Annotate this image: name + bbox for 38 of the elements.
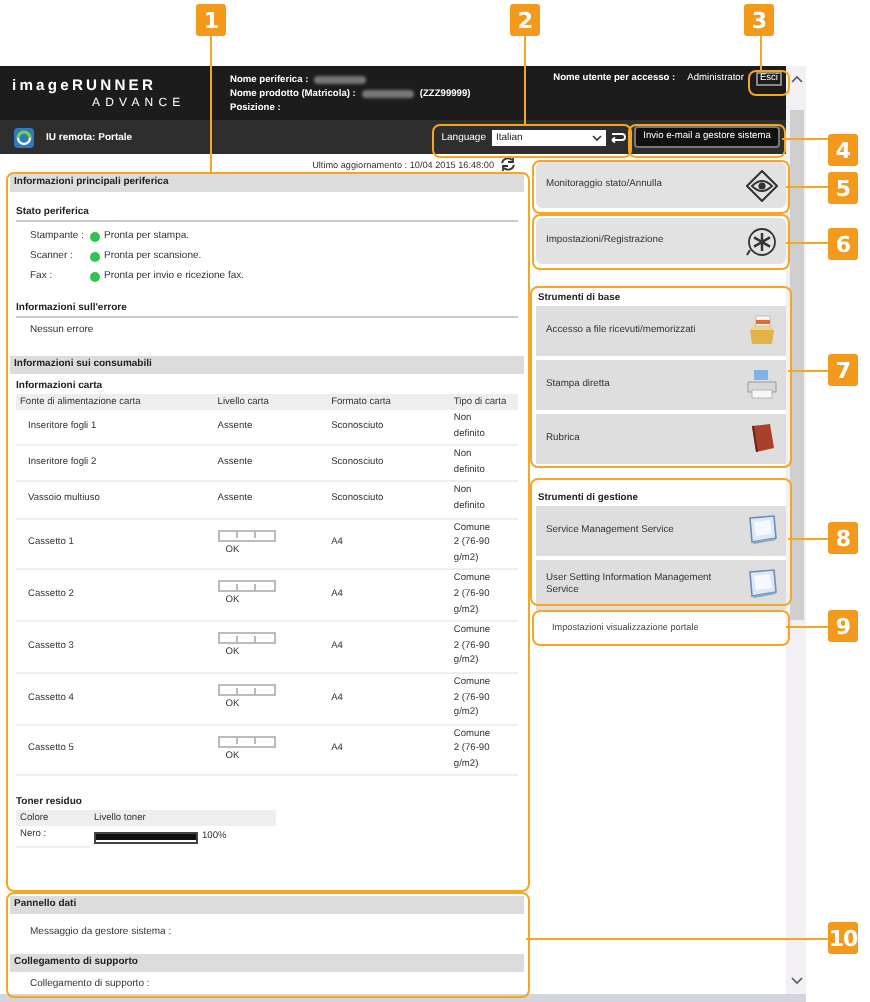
refresh-icon bbox=[500, 156, 516, 172]
settings-icon bbox=[746, 225, 778, 257]
leader-line bbox=[788, 538, 828, 541]
callout-badge: 5 bbox=[828, 172, 858, 204]
book-icon bbox=[746, 422, 780, 456]
paper-level-gauge bbox=[217, 735, 276, 748]
scroll-down-icon bbox=[789, 974, 803, 986]
callout-badge: 9 bbox=[828, 610, 858, 642]
leader-line bbox=[760, 36, 763, 70]
callout-badge: 7 bbox=[828, 354, 858, 386]
callout-badge: 2 bbox=[510, 4, 540, 36]
paper-level-gauge bbox=[217, 580, 276, 593]
paper-level-gauge bbox=[217, 684, 276, 696]
printer-icon bbox=[746, 368, 780, 402]
eye-icon bbox=[746, 169, 778, 201]
callout-outline bbox=[748, 70, 790, 96]
portal-logo-icon bbox=[12, 125, 36, 149]
file-box-icon bbox=[746, 314, 780, 348]
paper-level-gauge bbox=[217, 529, 276, 542]
leader-line bbox=[210, 36, 213, 172]
callout-badge: 4 bbox=[828, 134, 858, 166]
caret-icon bbox=[592, 133, 602, 141]
leader-line bbox=[786, 242, 828, 245]
callout-badge: 6 bbox=[828, 228, 858, 260]
monitor-icon bbox=[746, 514, 780, 548]
leader-line bbox=[782, 138, 828, 141]
leader-line bbox=[786, 186, 828, 189]
leader-line bbox=[788, 370, 828, 373]
callout-badge: 8 bbox=[828, 522, 858, 554]
callout-badge: 3 bbox=[744, 4, 774, 36]
callout-badge: 1 bbox=[196, 4, 226, 36]
leader-line bbox=[786, 626, 828, 629]
callout-badge: 10 bbox=[828, 922, 858, 954]
refresh-icon bbox=[610, 128, 626, 146]
leader-line bbox=[524, 36, 527, 124]
monitor-icon bbox=[746, 568, 780, 602]
scroll-up-icon bbox=[789, 74, 803, 86]
paper-level-gauge bbox=[217, 632, 276, 645]
